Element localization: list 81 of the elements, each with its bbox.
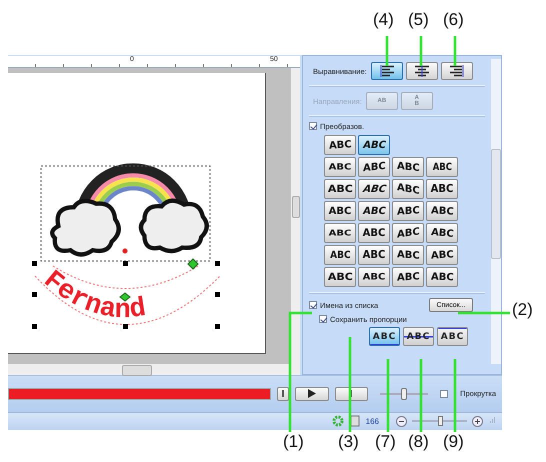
checkbox[interactable] (309, 301, 317, 309)
align-icon (448, 65, 465, 77)
text-shape-preset[interactable]: ABC (324, 245, 356, 265)
resize-handle[interactable] (32, 261, 37, 266)
text-shape-preset[interactable]: ABC (324, 223, 356, 243)
text-shape-preset[interactable]: ABC (358, 201, 390, 221)
leader-line (420, 36, 422, 66)
align-icon (414, 65, 430, 77)
zoom-value: 166 (366, 416, 379, 426)
scroll-thumb[interactable] (122, 365, 152, 376)
text-shape-preset[interactable]: ABC (426, 179, 458, 199)
checkbox[interactable] (309, 122, 317, 130)
scroll-thumb[interactable] (491, 149, 501, 259)
alignment-button[interactable] (440, 62, 473, 80)
horizontal-scrollbar[interactable] (8, 364, 300, 375)
arc-handle[interactable] (187, 258, 199, 270)
baseline-button[interactable]: ABC (437, 327, 468, 346)
baseline-button[interactable]: ABC (369, 327, 400, 346)
leader-line (458, 312, 510, 314)
gear-icon[interactable] (332, 415, 344, 428)
callout-label: (5) (408, 10, 429, 30)
text-shape-preset[interactable]: ABC (392, 179, 424, 199)
text-shape-preset[interactable]: ABC (324, 135, 356, 155)
resize-handle[interactable] (215, 261, 220, 266)
text-shape-preset[interactable]: ABC (324, 267, 356, 287)
text-shape-preset[interactable]: ABC (324, 157, 356, 177)
leader-line (386, 36, 388, 66)
scroll-thumb[interactable] (292, 196, 300, 218)
checkbox[interactable] (440, 390, 448, 398)
text-shape-preset[interactable]: ABC (392, 157, 424, 177)
document-icon[interactable] (348, 415, 361, 428)
resize-handle[interactable] (32, 292, 37, 297)
text-shape-preset[interactable]: ABC (426, 245, 458, 265)
step-button[interactable] (276, 386, 289, 401)
callout-label: (3) (338, 432, 359, 452)
slider-thumb[interactable] (401, 388, 408, 400)
zoom-out-button[interactable] (396, 416, 407, 427)
center-point (122, 248, 128, 254)
stop-button[interactable] (334, 386, 368, 401)
text-shape-preset[interactable]: ABC (426, 201, 458, 221)
resize-handle[interactable] (215, 324, 220, 329)
text-shape-preset[interactable]: ABC (426, 157, 458, 177)
resize-handle[interactable] (32, 324, 37, 329)
callout-label: (6) (443, 10, 464, 30)
text-shape-preset[interactable]: ABC (358, 267, 390, 287)
text-shape-preset[interactable]: ABC (358, 223, 390, 243)
text-shape-preset[interactable]: ABC (392, 267, 424, 287)
resize-handle[interactable] (123, 261, 128, 266)
zoom-in-button[interactable] (472, 416, 483, 427)
text-shape-preset[interactable]: ABC (358, 135, 390, 155)
text-shape-preset[interactable]: ABC (324, 201, 356, 221)
resize-handle[interactable] (123, 324, 128, 329)
resize-handle[interactable] (215, 292, 220, 297)
text-shape-preset[interactable]: ABC (358, 245, 390, 265)
text-shape-preset[interactable]: ABC (358, 179, 390, 199)
play-icon (308, 389, 316, 398)
checkbox[interactable] (319, 315, 327, 323)
resize-grip-icon (488, 417, 496, 426)
text-shape-preset[interactable]: ABC (324, 179, 356, 199)
plus-icon (474, 418, 481, 425)
text-shape-preset[interactable]: ABC (358, 157, 390, 177)
vertical-scrollbar[interactable] (291, 68, 300, 364)
text-shape-preset[interactable]: ABC (426, 223, 458, 243)
play-button[interactable] (294, 386, 328, 401)
text-shape-preset[interactable]: ABC (392, 245, 424, 265)
callout-label: (2) (512, 300, 533, 320)
callout-label: (8) (408, 432, 429, 452)
text-shape-preset[interactable]: ABC (392, 201, 424, 221)
text-shape-preset[interactable]: ABC (426, 267, 458, 287)
arc-handle[interactable] (119, 292, 131, 302)
alignment-button[interactable] (406, 62, 438, 80)
align-icon (378, 65, 395, 77)
leader-line (454, 36, 456, 66)
callout-label: (9) (443, 432, 464, 452)
text-shape-preset[interactable]: ABC (392, 223, 424, 243)
slider-thumb[interactable] (438, 416, 442, 426)
alignment-button[interactable] (370, 62, 403, 80)
callout-label: (7) (375, 432, 396, 452)
callout-label: (1) (283, 432, 304, 452)
panel-scrollbar[interactable] (491, 59, 501, 364)
callout-label: (4) (373, 10, 394, 30)
